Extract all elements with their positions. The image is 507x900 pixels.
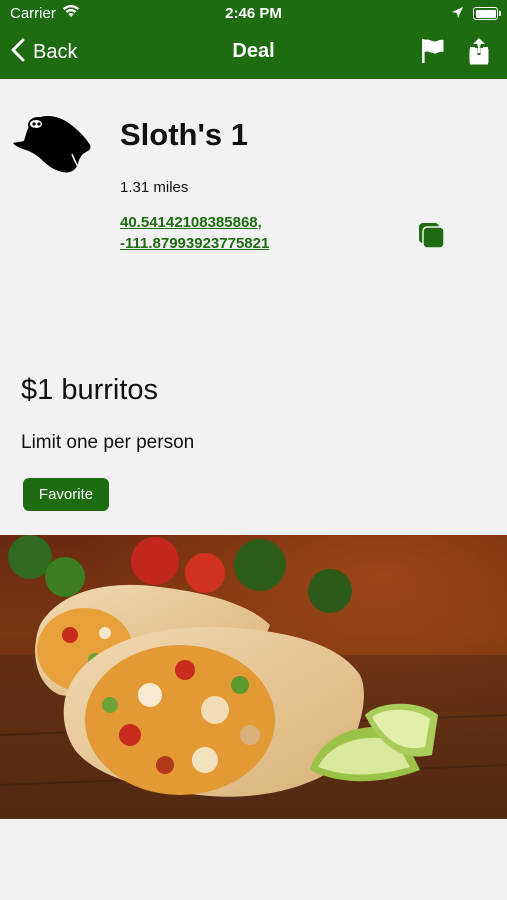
deal-title: $1 burritos — [21, 374, 159, 406]
place-name: Sloth's 1 — [120, 117, 248, 152]
status-bar: Carrier 2:46 PM — [0, 0, 507, 27]
copy-button[interactable] — [418, 222, 446, 255]
location-arrow-icon — [451, 6, 464, 24]
share-button[interactable] — [468, 37, 490, 70]
back-label: Back — [33, 40, 78, 63]
coordinates-latitude: 40.54142108385868, — [120, 214, 262, 231]
flag-button[interactable] — [421, 38, 445, 69]
deal-description: Limit one per person — [21, 432, 195, 453]
bottom-spacer — [0, 819, 507, 900]
chevron-left-icon — [11, 38, 25, 67]
copy-icon — [418, 223, 446, 254]
coordinates-link[interactable]: 40.54142108385868, -111.87993923775821 — [120, 212, 269, 254]
distance-label: 1.31 miles — [120, 179, 189, 196]
back-button[interactable]: Back — [11, 38, 77, 66]
sloth-logo-icon — [12, 110, 94, 183]
deal-photo — [0, 535, 507, 819]
top-bar: Carrier 2:46 PM Back Deal — [0, 0, 507, 79]
status-time: 2:46 PM — [225, 5, 282, 22]
share-icon — [468, 38, 490, 69]
coordinates-longitude: -111.87993923775821 — [120, 235, 270, 252]
battery-icon — [473, 7, 501, 20]
flag-icon — [421, 39, 445, 68]
favorite-button[interactable]: Favorite — [23, 478, 109, 511]
